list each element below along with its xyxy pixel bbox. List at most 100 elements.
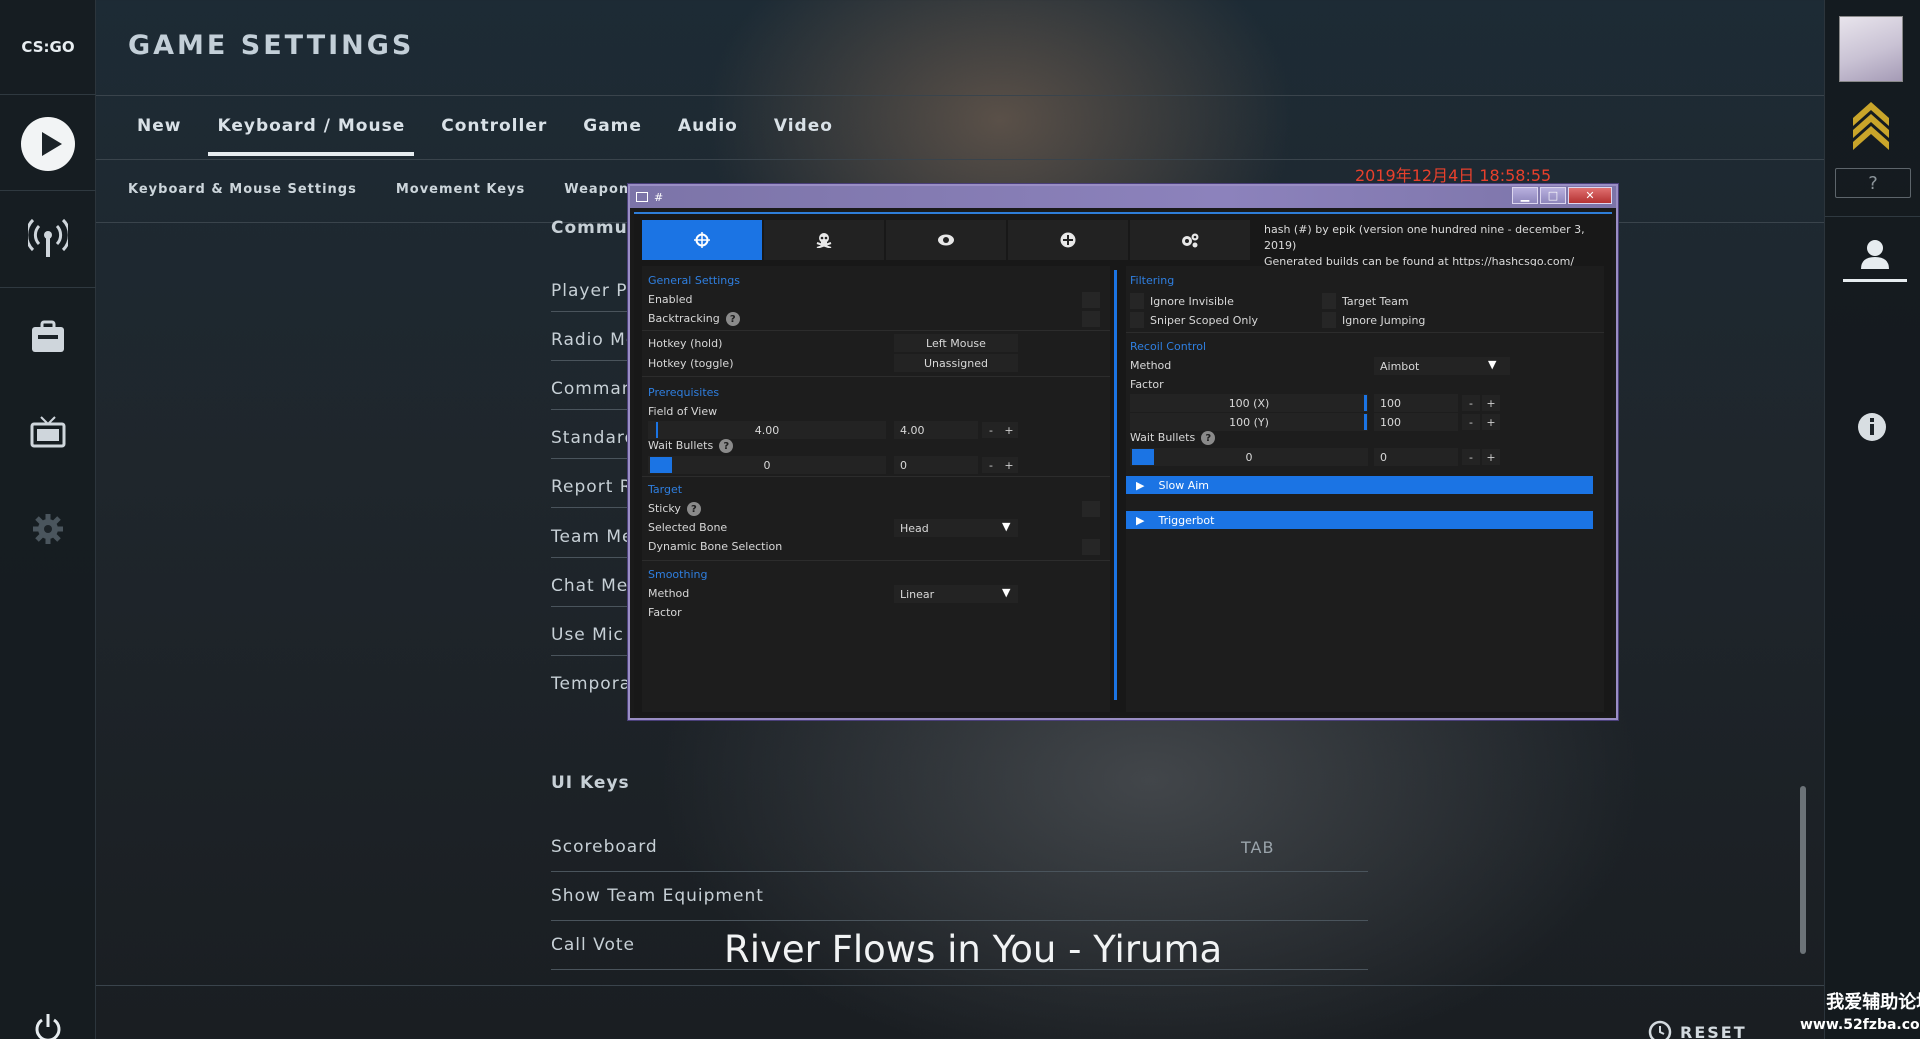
recoil-wait-bullets-input[interactable]: 0	[1374, 448, 1458, 466]
backtracking-checkbox[interactable]	[1082, 311, 1100, 327]
tab-new[interactable]: New	[128, 114, 190, 138]
recoil-factor-y-increment[interactable]: +	[1482, 414, 1500, 430]
help-icon[interactable]: ?	[686, 502, 701, 516]
recoil-factor-y-slider[interactable]: 100 (Y)	[1130, 413, 1368, 431]
rightbar-divider	[1825, 216, 1920, 217]
recoil-factor-x-slider[interactable]: 100 (X)	[1130, 394, 1368, 412]
tabs-divider	[96, 159, 1824, 160]
watch-button[interactable]	[0, 410, 96, 456]
gears-icon	[1182, 233, 1199, 248]
tab-controller[interactable]: Controller	[432, 114, 556, 138]
recoil-factor-x-increment[interactable]: +	[1482, 395, 1500, 411]
scrollbar[interactable]	[1800, 786, 1806, 954]
key-binding-value[interactable]: TAB	[1241, 838, 1274, 857]
triggerbot-section-toggle[interactable]: ▶ Triggerbot	[1126, 511, 1593, 529]
wait-bullets-input[interactable]: 0	[894, 456, 978, 474]
divider	[642, 330, 1110, 331]
setting-row[interactable]: Chat Mes	[551, 576, 638, 596]
divider	[642, 376, 1110, 377]
recoil-wait-bullets-slider[interactable]: 0	[1130, 448, 1368, 466]
tab-misc[interactable]	[1008, 220, 1128, 260]
tab-video[interactable]: Video	[765, 114, 842, 138]
section-header-communication: Commu	[551, 218, 628, 238]
subtab-keyboard-mouse-settings[interactable]: Keyboard & Mouse Settings	[128, 182, 357, 197]
setting-row[interactable]: Use Mic	[551, 625, 624, 645]
fov-slider[interactable]: 4.00	[648, 421, 886, 439]
tab-game[interactable]: Game	[574, 114, 651, 138]
friends-button[interactable]	[1843, 228, 1907, 282]
backtracking-label: Backtracking	[648, 312, 720, 325]
target-team-checkbox[interactable]	[1322, 293, 1336, 309]
tab-visuals[interactable]	[886, 220, 1006, 260]
setting-row[interactable]: Comman	[551, 379, 634, 399]
avatar[interactable]	[1839, 16, 1903, 82]
setting-row[interactable]: Tempora	[551, 674, 631, 694]
wait-bullets-increment[interactable]: +	[1000, 457, 1018, 473]
play-button[interactable]	[0, 114, 96, 174]
build-info: hash (#) by epik (version one hundred ni…	[1264, 222, 1612, 270]
subtab-movement-keys[interactable]: Movement Keys	[396, 182, 525, 197]
minimize-button[interactable]: ▁	[1512, 187, 1538, 204]
smoothing-method-dropdown[interactable]: Linear	[894, 585, 1018, 603]
fov-increment[interactable]: +	[1000, 422, 1018, 438]
fov-input[interactable]: 4.00	[894, 421, 978, 439]
dynamic-bone-checkbox[interactable]	[1082, 539, 1100, 555]
setting-row[interactable]: Player Pi	[551, 281, 633, 301]
tab-settings[interactable]	[1130, 220, 1250, 260]
recoil-factor-x-decrement[interactable]: -	[1462, 395, 1480, 411]
tab-audio[interactable]: Audio	[669, 114, 747, 138]
crosshair-icon	[694, 232, 710, 248]
sidebar-divider	[0, 190, 96, 191]
tab-aimbot[interactable]	[642, 220, 762, 260]
broadcast-button[interactable]	[0, 212, 96, 262]
setting-row[interactable]: Standard	[551, 428, 636, 448]
inventory-button[interactable]	[0, 314, 96, 360]
wait-bullets-decrement[interactable]: -	[982, 457, 1000, 473]
recoil-factor-x-input[interactable]: 100	[1374, 394, 1458, 412]
help-button[interactable]: ?	[1835, 168, 1911, 198]
hotkey-toggle-button[interactable]: Unassigned	[894, 354, 1018, 372]
section-prerequisites: Prerequisites	[648, 386, 720, 399]
help-icon[interactable]: ?	[1201, 431, 1216, 445]
page-title: GAME SETTINGS	[128, 30, 415, 61]
setting-row-show-team-equipment[interactable]: Show Team Equipment	[551, 886, 764, 906]
recoil-factor-y-input[interactable]: 100	[1374, 413, 1458, 431]
setting-row[interactable]: Report R	[551, 477, 633, 497]
tab-keyboard-mouse[interactable]: Keyboard / Mouse	[208, 114, 415, 156]
close-button[interactable]: ✕	[1568, 187, 1612, 204]
gear-icon	[33, 514, 63, 544]
hotkey-toggle-label: Hotkey (toggle)	[648, 357, 734, 370]
help-icon[interactable]: ?	[719, 439, 734, 453]
setting-row[interactable]: Team Me	[551, 527, 633, 547]
ignore-invisible-checkbox[interactable]	[1130, 293, 1144, 309]
hotkey-hold-button[interactable]: Left Mouse	[894, 334, 1018, 352]
setting-row-scoreboard[interactable]: Scoreboard	[551, 837, 658, 857]
window-titlebar[interactable]: # ▁ □ ✕	[630, 186, 1616, 208]
sticky-checkbox[interactable]	[1082, 501, 1100, 517]
recoil-factor-y-decrement[interactable]: -	[1462, 414, 1480, 430]
reset-button[interactable]: RESET	[1648, 1020, 1747, 1039]
recoil-wait-bullets-increment[interactable]: +	[1482, 449, 1500, 465]
recoil-wait-bullets-label: Wait Bullets	[1130, 431, 1196, 444]
tab-skull[interactable]	[764, 220, 884, 260]
maximize-button[interactable]: □	[1540, 187, 1566, 204]
sniper-scoped-checkbox[interactable]	[1130, 312, 1144, 328]
setting-row[interactable]: Radio Me	[551, 330, 637, 350]
ignore-jumping-checkbox[interactable]	[1322, 312, 1336, 328]
sticky-label: Sticky	[648, 502, 681, 515]
setting-row-call-vote[interactable]: Call Vote	[551, 935, 635, 955]
help-icon[interactable]: ?	[725, 312, 740, 326]
slow-aim-section-toggle[interactable]: ▶ Slow Aim	[1126, 476, 1593, 494]
fov-decrement[interactable]: -	[982, 422, 1000, 438]
pane-separator	[1114, 270, 1117, 700]
wait-bullets-slider[interactable]: 0	[648, 456, 886, 474]
slow-aim-label: Slow Aim	[1158, 478, 1210, 492]
divider	[642, 476, 1110, 477]
main-sidebar: CS:GO	[0, 0, 96, 1039]
info-icon[interactable]	[1857, 412, 1887, 442]
power-button[interactable]	[0, 1012, 96, 1039]
recoil-wait-bullets-decrement[interactable]: -	[1462, 449, 1480, 465]
enabled-checkbox[interactable]	[1082, 292, 1100, 308]
settings-button[interactable]	[0, 507, 96, 551]
selected-bone-dropdown[interactable]: Head	[894, 519, 1018, 537]
